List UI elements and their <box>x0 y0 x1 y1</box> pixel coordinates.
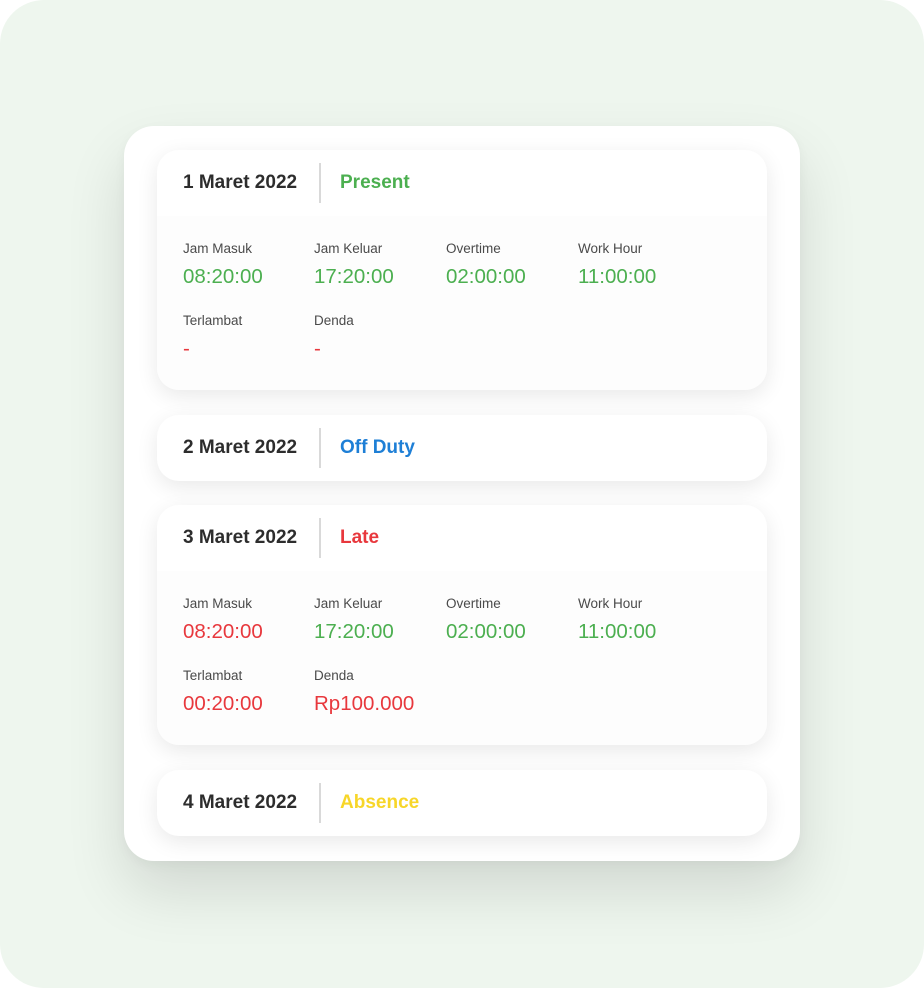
attendance-card-2-maret[interactable]: 2 Maret 2022 Off Duty <box>157 415 767 481</box>
denda-value: - <box>314 337 321 360</box>
overtime-value: 02:00:00 <box>446 265 526 288</box>
overtime-label: Overtime <box>446 241 501 256</box>
overtime-field: Overtime 02:00:00 <box>446 241 526 289</box>
attendance-date: 2 Maret 2022 <box>183 437 298 458</box>
overtime-value: 02:00:00 <box>446 620 526 643</box>
status-badge-absence: Absence <box>340 792 420 813</box>
status-badge-off-duty: Off Duty <box>340 437 415 458</box>
card-details: Jam Masuk 08:20:00 Jam Keluar 17:20:00 O… <box>157 571 767 745</box>
card-header[interactable]: 4 Maret 2022 Absence <box>157 770 767 836</box>
jam-masuk-value: 08:20:00 <box>183 620 263 643</box>
card-header[interactable]: 1 Maret 2022 Present <box>157 150 767 216</box>
denda-field: Denda - <box>314 313 354 361</box>
denda-field: Denda Rp100.000 <box>314 668 414 716</box>
jam-keluar-field: Jam Keluar 17:20:00 <box>314 596 394 644</box>
work-hour-label: Work Hour <box>578 241 643 256</box>
terlambat-label: Terlambat <box>183 313 243 328</box>
work-hour-value: 11:00:00 <box>578 620 657 643</box>
terlambat-field: Terlambat 00:20:00 <box>183 668 263 716</box>
header-divider <box>319 518 321 558</box>
attendance-panel: 1 Maret 2022 Present Jam Masuk 08:20:00 … <box>124 126 800 861</box>
jam-keluar-label: Jam Keluar <box>314 596 383 611</box>
header-divider <box>319 783 321 823</box>
attendance-date: 1 Maret 2022 <box>183 172 298 193</box>
attendance-date: 4 Maret 2022 <box>183 792 298 813</box>
attendance-card-1-maret[interactable]: 1 Maret 2022 Present Jam Masuk 08:20:00 … <box>157 150 767 390</box>
header-divider <box>319 163 321 203</box>
header-divider <box>319 428 321 468</box>
overtime-field: Overtime 02:00:00 <box>446 596 526 644</box>
denda-label: Denda <box>314 313 354 328</box>
jam-masuk-value: 08:20:00 <box>183 265 263 288</box>
card-header[interactable]: 3 Maret 2022 Late <box>157 505 767 571</box>
overtime-label: Overtime <box>446 596 501 611</box>
jam-masuk-label: Jam Masuk <box>183 596 253 611</box>
attendance-date: 3 Maret 2022 <box>183 527 298 548</box>
work-hour-label: Work Hour <box>578 596 643 611</box>
status-badge-present: Present <box>340 172 410 193</box>
work-hour-value: 11:00:00 <box>578 265 657 288</box>
terlambat-value: 00:20:00 <box>183 692 263 715</box>
denda-label: Denda <box>314 668 354 683</box>
jam-keluar-value: 17:20:00 <box>314 265 394 288</box>
jam-masuk-field: Jam Masuk 08:20:00 <box>183 241 263 289</box>
jam-masuk-label: Jam Masuk <box>183 241 253 256</box>
attendance-card-4-maret[interactable]: 4 Maret 2022 Absence <box>157 770 767 836</box>
card-header[interactable]: 2 Maret 2022 Off Duty <box>157 415 767 481</box>
work-hour-field: Work Hour 11:00:00 <box>578 596 656 644</box>
attendance-card-3-maret[interactable]: 3 Maret 2022 Late Jam Masuk 08:20:00 Jam… <box>157 505 767 745</box>
terlambat-label: Terlambat <box>183 668 243 683</box>
jam-keluar-value: 17:20:00 <box>314 620 394 643</box>
card-details: Jam Masuk 08:20:00 Jam Keluar 17:20:00 O… <box>157 216 767 390</box>
terlambat-value: - <box>183 337 190 360</box>
terlambat-field: Terlambat - <box>183 313 242 361</box>
jam-masuk-field: Jam Masuk 08:20:00 <box>183 596 263 644</box>
status-badge-late: Late <box>340 527 380 548</box>
jam-keluar-label: Jam Keluar <box>314 241 383 256</box>
jam-keluar-field: Jam Keluar 17:20:00 <box>314 241 394 289</box>
work-hour-field: Work Hour 11:00:00 <box>578 241 656 289</box>
denda-value: Rp100.000 <box>314 692 415 715</box>
